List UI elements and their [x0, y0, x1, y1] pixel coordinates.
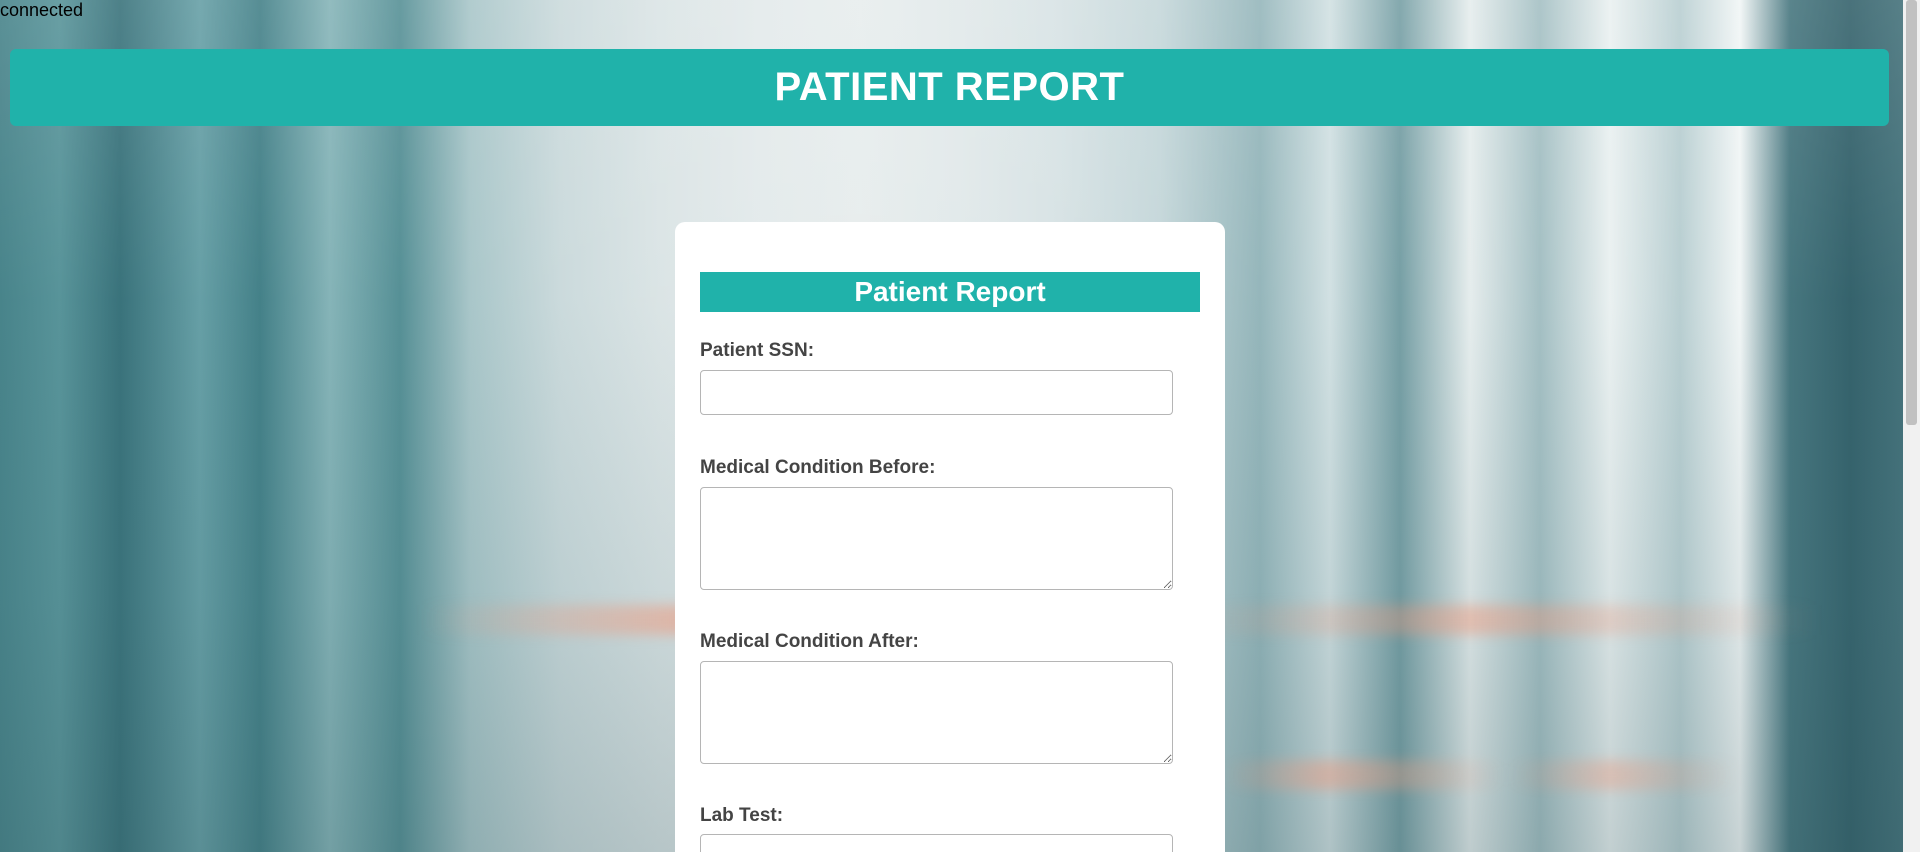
lab-test-label: Lab Test: — [700, 805, 784, 826]
condition-before-textarea[interactable] — [700, 487, 1173, 590]
condition-after-label: Medical Condition After: — [700, 631, 919, 652]
connection-status: connected — [0, 0, 84, 20]
background-light-stripe — [1220, 760, 1740, 790]
patient-report-form: Patient Report Patient SSN: Medical Cond… — [675, 222, 1225, 852]
page-title: PATIENT REPORT — [774, 65, 1125, 109]
ssn-label: Patient SSN: — [700, 340, 815, 361]
form-title: Patient Report — [854, 276, 1046, 307]
ssn-input[interactable] — [700, 370, 1173, 415]
page-header: PATIENT REPORT — [10, 49, 1889, 126]
condition-after-textarea[interactable] — [700, 661, 1173, 764]
form-title-bar: Patient Report — [700, 272, 1200, 312]
page-scrollbar[interactable] — [1903, 0, 1920, 852]
lab-test-input[interactable] — [700, 834, 1173, 852]
condition-before-label: Medical Condition Before: — [700, 457, 936, 478]
scrollbar-thumb[interactable] — [1906, 0, 1917, 425]
